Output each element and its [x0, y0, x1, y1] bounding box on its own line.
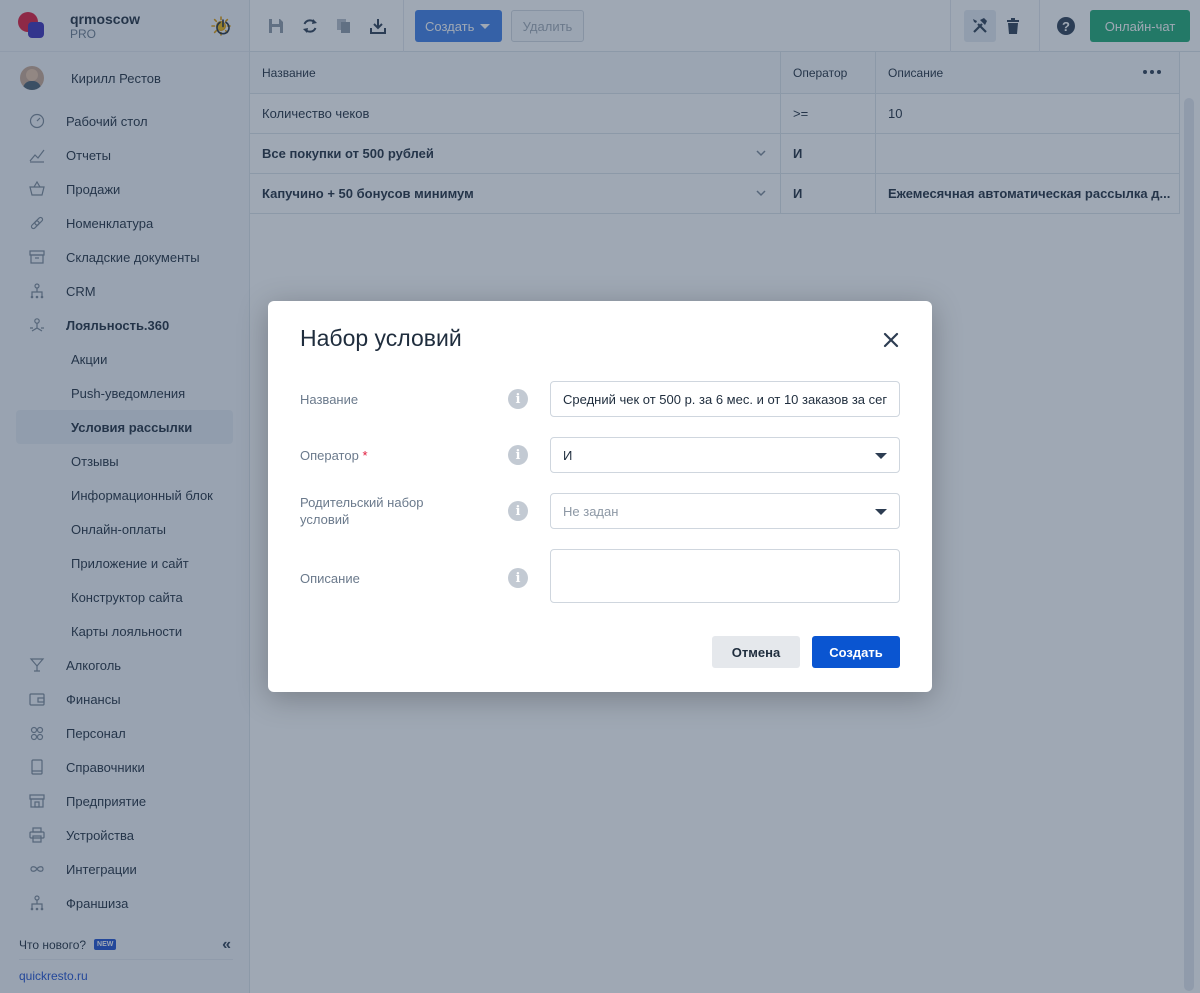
- info-icon[interactable]: i: [508, 568, 528, 588]
- name-label: Название: [300, 392, 359, 407]
- chevron-down-icon: [875, 453, 887, 459]
- parent-set-placeholder: Не задан: [563, 503, 619, 519]
- operator-label-text: Оператор: [300, 448, 359, 463]
- info-icon[interactable]: i: [508, 501, 528, 521]
- chevron-down-icon: [875, 509, 887, 515]
- parent-set-label-line: Родительский набор: [300, 495, 424, 510]
- create-submit-button[interactable]: Создать: [812, 636, 900, 668]
- name-field[interactable]: Средний чек от 500 р. за 6 мес. и от 10 …: [550, 381, 900, 417]
- operator-select[interactable]: И: [550, 437, 900, 473]
- description-field[interactable]: [550, 549, 900, 603]
- close-icon[interactable]: [883, 332, 899, 348]
- parent-set-select[interactable]: Не задан: [550, 493, 900, 529]
- operator-label: Оператор *: [300, 447, 368, 464]
- info-icon[interactable]: i: [508, 445, 528, 465]
- info-icon[interactable]: i: [508, 389, 528, 409]
- cancel-button[interactable]: Отмена: [712, 636, 800, 668]
- operator-select-value: И: [563, 447, 573, 463]
- parent-set-label: Родительский набор условий: [300, 494, 424, 528]
- description-label: Описание: [300, 571, 360, 586]
- condition-set-dialog: Набор условий Название i Средний чек от …: [268, 301, 932, 692]
- required-marker: *: [362, 448, 368, 463]
- dialog-title: Набор условий: [300, 325, 462, 351]
- parent-set-label-line: условий: [300, 512, 350, 527]
